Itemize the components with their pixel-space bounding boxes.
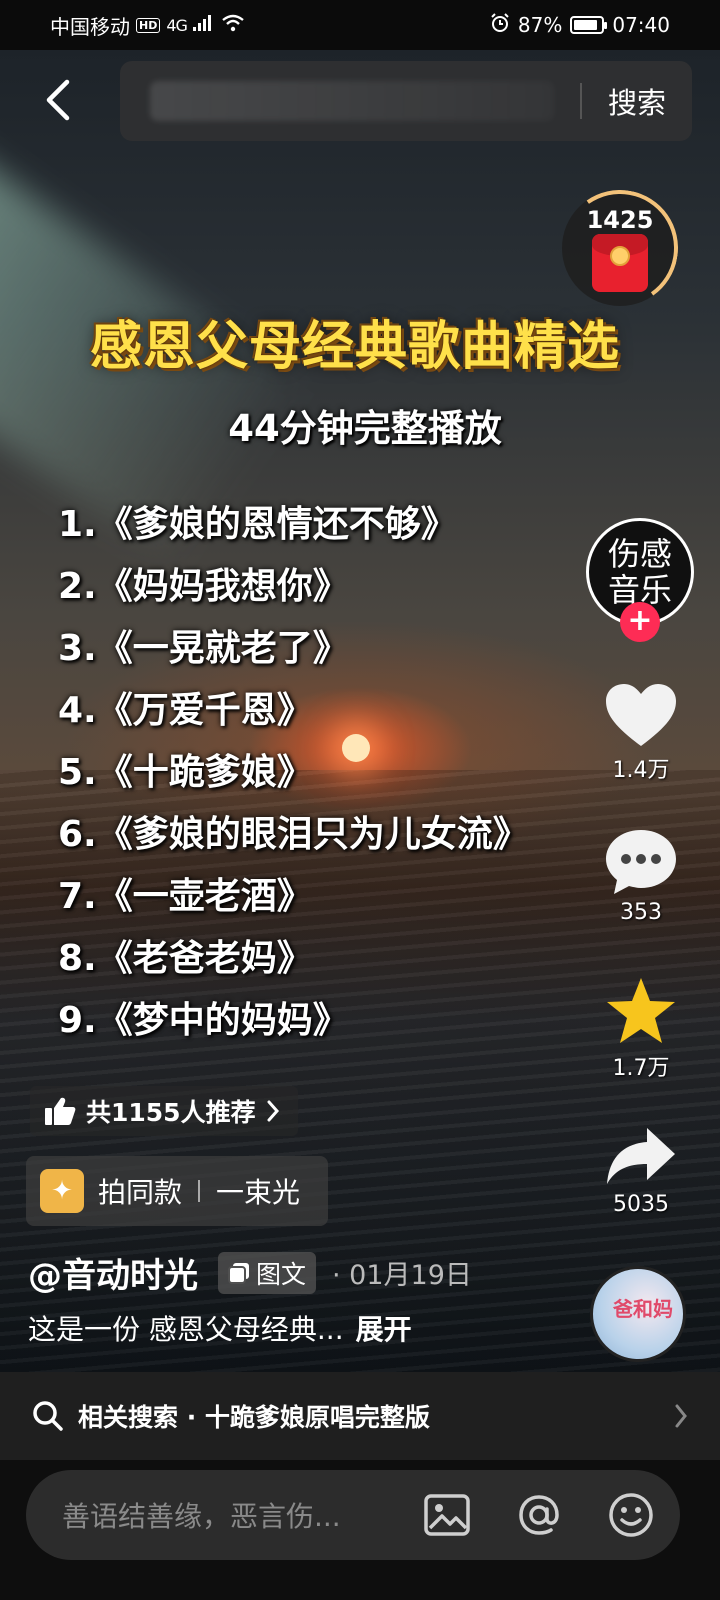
song-list: 1.《爹娘的恩情还不够》 2.《妈妈我想你》 3.《一晃就老了》 4.《万爱千恩… xyxy=(58,494,529,1052)
follow-button[interactable]: + xyxy=(620,602,660,642)
back-button[interactable] xyxy=(28,70,88,130)
carrier-label: 中国移动 xyxy=(50,14,130,39)
post-title: 感恩父母经典歌曲精选 xyxy=(89,317,620,377)
related-search-text: 相关搜索 · 十跪爹娘原唱完整版 xyxy=(78,1403,430,1432)
emoji-icon[interactable] xyxy=(604,1488,658,1542)
network-label: 4G xyxy=(166,15,188,35)
clock: 07:40 xyxy=(612,13,670,37)
song-item: 8.《老爸老妈》 xyxy=(58,938,313,979)
search-icon xyxy=(33,1401,63,1431)
song-item: 5.《十跪爹娘》 xyxy=(58,752,313,793)
template-separator xyxy=(198,1180,201,1202)
post-subtitle: 44分钟完整播放 xyxy=(228,407,502,450)
song-item: 4.《万爱千恩》 xyxy=(58,690,313,731)
sparkle-icon: ✦ xyxy=(40,1169,84,1213)
chevron-right-icon xyxy=(675,1404,687,1428)
comment-input[interactable]: 善语结善缘，恶言伤... xyxy=(62,1495,382,1535)
favorite-action[interactable]: 1.7万 xyxy=(596,976,686,1082)
mention-icon[interactable] xyxy=(512,1488,566,1542)
signal-icon xyxy=(192,15,215,35)
expand-button[interactable]: 展开 xyxy=(356,1313,412,1346)
comment-box: 善语结善缘，恶言伤... xyxy=(26,1470,680,1560)
template-song: 一束光 xyxy=(216,1176,301,1209)
share-count: 5035 xyxy=(613,1192,669,1217)
author-name[interactable]: @音动时光 xyxy=(28,1248,198,1297)
share-action[interactable]: 5035 xyxy=(596,1124,686,1217)
recommend-text: 共1155人推荐 xyxy=(86,1098,256,1127)
post-type-label: 图文 xyxy=(256,1259,307,1289)
song-item: 9.《梦中的妈妈》 xyxy=(58,1000,349,1041)
like-action[interactable]: 1.4万 xyxy=(596,682,686,784)
search-input[interactable] xyxy=(150,81,554,121)
red-packet-count: 1425 xyxy=(586,206,654,234)
comment-bubble-icon xyxy=(606,830,676,894)
image-picker-icon[interactable] xyxy=(420,1488,474,1542)
search-button[interactable]: 搜索 xyxy=(608,80,666,122)
song-item: 7.《一壶老酒》 xyxy=(58,876,313,917)
comment-action[interactable]: 353 xyxy=(596,828,686,925)
status-left: 中国移动 HD 4G xyxy=(50,11,245,40)
post-caption: 这是一份 感恩父母经典... 展开 xyxy=(28,1308,412,1348)
red-packet-widget[interactable]: 1425 xyxy=(552,180,688,316)
post-date: · 01月19日 xyxy=(332,1260,472,1291)
favorite-count: 1.7万 xyxy=(612,1056,670,1081)
chevron-right-icon xyxy=(267,1100,279,1122)
red-envelope-icon xyxy=(592,234,648,292)
image-post-icon xyxy=(228,1262,249,1284)
bottom-bar: 善语结善缘，恶言伤... xyxy=(0,1460,720,1600)
song-item: 6.《爹娘的眼泪只为儿女流》 xyxy=(58,814,529,855)
battery-icon xyxy=(570,16,608,34)
related-search-bar[interactable]: 相关搜索 · 十跪爹娘原唱完整版 xyxy=(0,1372,720,1460)
author-row: @音动时光 图文 · 01月19日 xyxy=(28,1248,472,1297)
creator-avatar-wrap: 伤感音乐 + xyxy=(586,518,694,642)
caption-text: 这是一份 感恩父母经典... xyxy=(28,1313,344,1346)
template-label: 拍同款 xyxy=(98,1176,183,1209)
music-disc-label: 爸和妈 xyxy=(613,1297,673,1321)
battery-fill xyxy=(574,20,597,30)
share-arrow-icon xyxy=(607,1128,675,1184)
alarm-icon xyxy=(490,12,510,38)
recommend-pill[interactable]: 共1155人推荐 xyxy=(30,1086,298,1136)
wifi-icon xyxy=(221,13,245,37)
song-item: 1.《爹娘的恩情还不够》 xyxy=(58,504,457,545)
thumbs-up-icon xyxy=(45,1097,76,1125)
song-item: 2.《妈妈我想你》 xyxy=(58,566,349,607)
comment-count: 353 xyxy=(620,900,662,925)
post-type-tag: 图文 xyxy=(218,1251,317,1294)
same-style-template[interactable]: ✦ 拍同款 一束光 xyxy=(26,1156,328,1226)
like-count: 1.4万 xyxy=(612,758,670,783)
heart-icon xyxy=(606,684,676,746)
star-icon xyxy=(607,978,675,1043)
search-divider xyxy=(579,83,582,119)
chevron-left-icon xyxy=(46,79,70,121)
status-right: 87% 07:40 xyxy=(490,12,670,38)
song-item: 3.《一晃就老了》 xyxy=(58,628,349,669)
battery-percent: 87% xyxy=(517,13,563,37)
hd-badge: HD xyxy=(136,17,161,33)
music-disc[interactable]: 爸和妈 xyxy=(590,1266,686,1362)
status-bar: 中国移动 HD 4G 87% 07:40 xyxy=(0,0,720,50)
search-bar: 搜索 xyxy=(120,61,692,141)
